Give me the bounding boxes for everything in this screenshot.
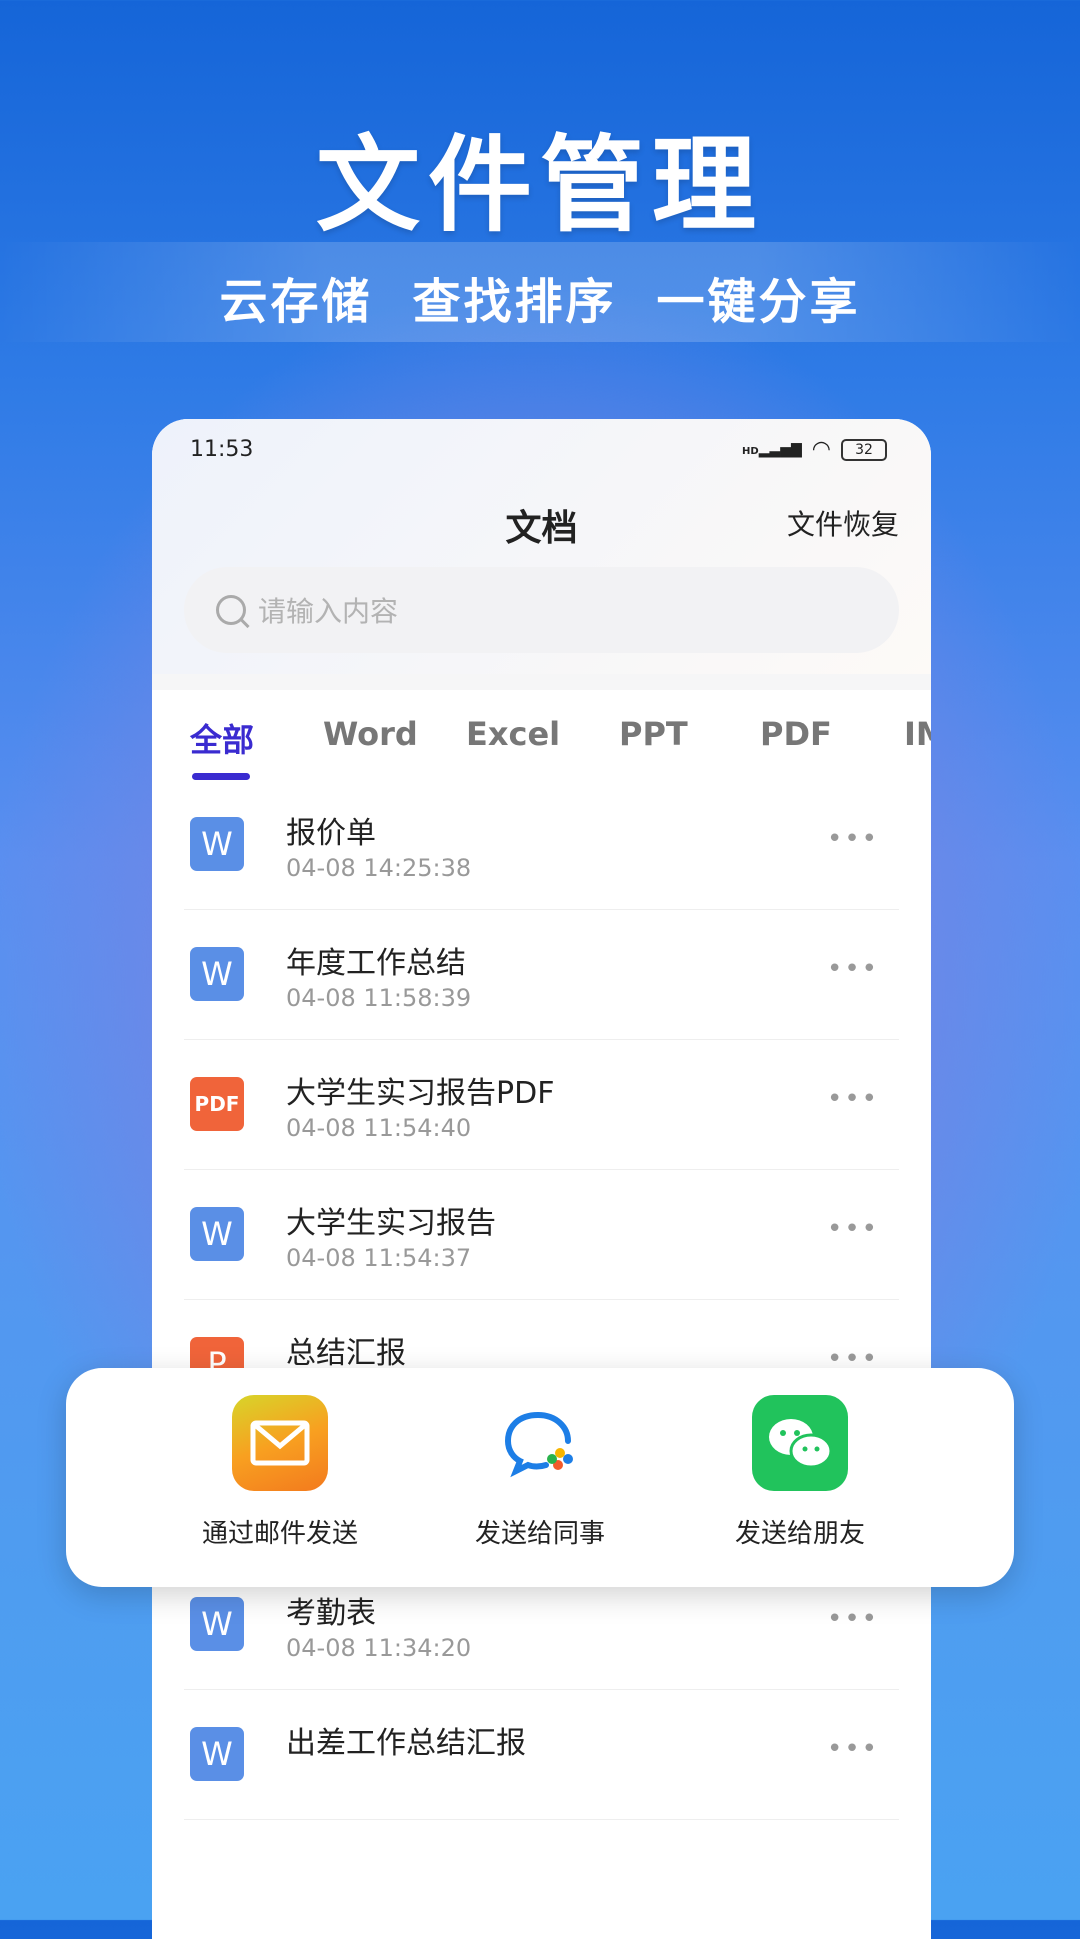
feature-label: 云存储 — [219, 274, 373, 330]
file-row[interactable]: PDF 大学生实习报告PDF 04-08 11:54:40 ••• — [184, 1040, 899, 1170]
filter-tabs: 全部 Word Excel PPT PDF IM — [152, 715, 931, 765]
file-name: 总结汇报 — [286, 1336, 406, 1371]
wifi-icon: ◠ — [811, 437, 831, 462]
pdf-file-icon: PDF — [190, 1077, 244, 1131]
more-options-icon[interactable]: ••• — [827, 1734, 879, 1764]
tab-pdf[interactable]: PDF — [760, 715, 832, 753]
network-label: HD — [742, 445, 759, 457]
file-date: 04-08 11:54:40 — [286, 1114, 472, 1142]
file-name: 考勤表 — [286, 1596, 376, 1631]
hero-title: 文件管理 — [315, 124, 764, 246]
file-name: 大学生实习报告PDF — [286, 1076, 555, 1111]
more-options-icon[interactable]: ••• — [827, 1604, 879, 1634]
feature-label: 一键分享 — [656, 274, 861, 330]
share-panel: 通过邮件发送 发送给同事 发送给朋友 — [66, 1368, 1014, 1587]
share-friend-label: 发送给朋友 — [734, 1519, 865, 1549]
file-restore-button[interactable]: 文件恢复 — [787, 503, 899, 543]
file-name: 报价单 — [286, 816, 376, 851]
divider — [152, 674, 931, 690]
more-options-icon[interactable]: ••• — [827, 824, 879, 854]
tab-im[interactable]: IM — [904, 715, 931, 753]
tab-excel[interactable]: Excel — [466, 715, 560, 753]
word-file-icon: W — [190, 1207, 244, 1261]
wechat-icon — [752, 1395, 848, 1491]
share-friend-button[interactable]: 发送给朋友 — [700, 1368, 900, 1587]
tab-ppt[interactable]: PPT — [619, 715, 688, 753]
more-options-icon[interactable]: ••• — [827, 954, 879, 984]
file-name: 年度工作总结 — [286, 946, 466, 981]
feature-label: 查找排序 — [412, 274, 617, 330]
share-email-label: 通过邮件发送 — [201, 1519, 358, 1549]
file-row[interactable]: W 报价单 04-08 14:25:38 ••• — [184, 780, 899, 910]
word-file-icon: W — [190, 1597, 244, 1651]
word-file-icon: W — [190, 817, 244, 871]
tab-all[interactable]: 全部 — [190, 715, 254, 761]
share-colleague-button[interactable]: 发送给同事 — [440, 1368, 640, 1587]
word-file-icon: W — [190, 1727, 244, 1781]
file-date: 04-08 11:58:39 — [286, 984, 472, 1012]
file-date: 04-08 14:25:38 — [286, 854, 472, 882]
watermark-logo — [930, 1860, 1080, 1920]
wework-icon — [492, 1395, 588, 1491]
status-icons: HD▂▃▅▇ ◠ 32 — [742, 437, 887, 462]
share-colleague-label: 发送给同事 — [474, 1519, 605, 1549]
file-date: 04-08 11:54:37 — [286, 1244, 472, 1272]
file-name: 大学生实习报告 — [286, 1206, 496, 1241]
share-email-button[interactable]: 通过邮件发送 — [180, 1368, 380, 1587]
signal-icon: HD▂▃▅▇ — [742, 441, 802, 458]
file-row[interactable]: W 出差工作总结汇报 ••• — [184, 1690, 899, 1820]
word-file-icon: W — [190, 947, 244, 1001]
file-date: 04-08 11:34:20 — [286, 1634, 472, 1662]
more-options-icon[interactable]: ••• — [827, 1084, 879, 1114]
mail-icon — [232, 1395, 328, 1491]
phone-screen: 11:53 HD▂▃▅▇ ◠ 32 文档 文件恢复 请输入内容 全部 Word … — [152, 419, 931, 1939]
more-options-icon[interactable]: ••• — [827, 1214, 879, 1244]
active-tab-indicator — [192, 773, 250, 780]
file-name: 出差工作总结汇报 — [286, 1726, 526, 1761]
search-placeholder: 请输入内容 — [258, 595, 399, 628]
battery-icon: 32 — [841, 438, 887, 461]
search-input[interactable]: 请输入内容 — [184, 567, 899, 653]
file-row[interactable]: W 年度工作总结 04-08 11:58:39 ••• — [184, 910, 899, 1040]
status-time: 11:53 — [190, 437, 254, 462]
tab-word[interactable]: Word — [323, 715, 418, 753]
file-row[interactable]: W 大学生实习报告 04-08 11:54:37 ••• — [184, 1170, 899, 1300]
search-icon — [216, 595, 246, 625]
hero-features: 云存储 查找排序 一键分享 — [0, 262, 1080, 332]
